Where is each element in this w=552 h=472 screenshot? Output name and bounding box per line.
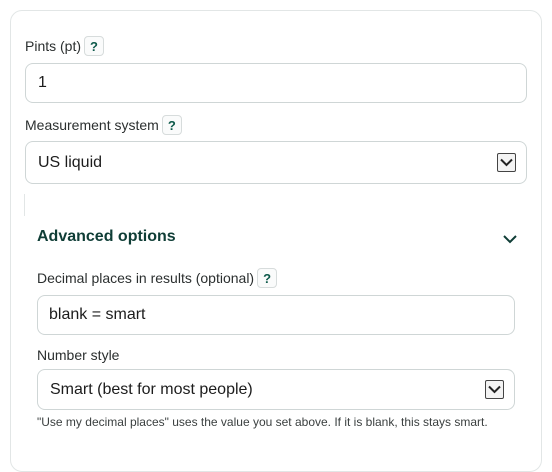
measurement-system-label-row: Measurement system ? [25, 115, 182, 135]
number-style-label-row: Number style [37, 347, 119, 363]
measurement-system-select[interactable]: US liquid [25, 141, 527, 184]
pints-label-row: Pints (pt) ? [25, 36, 105, 56]
chevron-down-icon [485, 380, 504, 399]
measurement-system-value: US liquid [38, 153, 103, 171]
number-style-label: Number style [37, 347, 120, 363]
pints-help-button[interactable]: ? [84, 36, 105, 56]
section-divider [24, 194, 25, 216]
pints-input[interactable]: 1 [25, 63, 527, 103]
measurement-system-label: Measurement system [25, 117, 159, 133]
advanced-options-toggle[interactable] [502, 232, 518, 244]
chevron-down-icon [503, 235, 517, 244]
number-style-select[interactable]: Smart (best for most people) [37, 369, 515, 410]
chevron-down-icon [497, 153, 516, 172]
advanced-options-title: Advanced options [37, 228, 176, 245]
measurement-system-help-button[interactable]: ? [161, 115, 182, 135]
pints-label: Pints (pt) [25, 38, 82, 54]
number-style-value: Smart (best for most people) [50, 380, 253, 398]
decimal-places-help-button[interactable]: ? [257, 268, 278, 288]
decimal-places-label: Decimal places in results (optional) [37, 270, 255, 286]
decimal-places-input[interactable]: blank = smart [37, 295, 515, 335]
decimal-places-label-row: Decimal places in results (optional) ? [37, 268, 278, 288]
number-style-hint: "Use my decimal places" uses the value y… [37, 415, 488, 429]
